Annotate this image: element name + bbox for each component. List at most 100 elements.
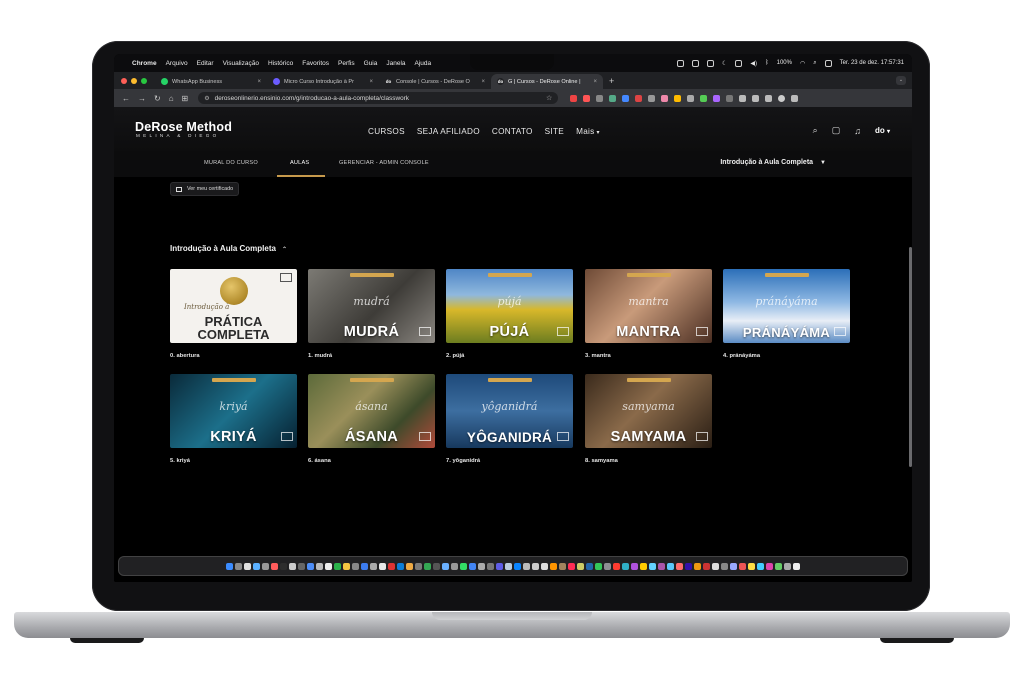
extension-icon[interactable] [609, 94, 617, 102]
lesson-caption[interactable]: 1. mudrá [308, 353, 332, 359]
dock-app-icon[interactable] [487, 562, 494, 570]
home-icon[interactable]: ⌂ [169, 94, 174, 103]
dock-app-icon[interactable] [316, 562, 323, 570]
close-tab-icon[interactable]: × [257, 79, 261, 85]
dock-app-icon[interactable] [757, 562, 764, 570]
site-info-icon[interactable]: ⚙ [204, 95, 209, 102]
close-tab-icon[interactable]: × [369, 79, 373, 85]
status-icon[interactable] [692, 59, 699, 67]
lesson-card[interactable]: ásana ÁSANA [308, 374, 435, 448]
zoom-window-button[interactable] [141, 78, 147, 84]
menu-item[interactable]: Visualização [223, 60, 259, 67]
dock-app-icon[interactable] [280, 562, 287, 570]
download-icon[interactable] [752, 94, 760, 102]
lesson-card[interactable]: mudrá MUDRÁ [308, 269, 435, 343]
dock-app-icon[interactable] [613, 562, 620, 570]
dock-app-icon[interactable] [262, 562, 269, 570]
battery-percent[interactable]: 100% [777, 60, 792, 66]
sidebar-icon[interactable] [765, 94, 773, 102]
dock-app-icon[interactable] [244, 562, 251, 570]
menu-item[interactable]: Editar [197, 60, 214, 67]
dock-app-icon[interactable] [730, 562, 737, 570]
dock-app-icon[interactable] [721, 562, 728, 570]
user-avatar[interactable]: do ▾ [875, 126, 890, 135]
dock-app-icon[interactable] [379, 562, 386, 570]
extension-icon[interactable] [674, 94, 682, 102]
puzzle-icon[interactable] [739, 94, 747, 102]
dock-app-icon[interactable] [514, 562, 521, 570]
dock-app-icon[interactable] [460, 562, 467, 570]
extension-icon[interactable] [596, 94, 604, 102]
tab-aulas[interactable]: AULAS [290, 160, 309, 166]
dock-app-icon[interactable] [496, 562, 503, 570]
extensions-grid-icon[interactable]: ⊞ [182, 94, 189, 103]
dock-app-icon[interactable] [424, 562, 431, 570]
nav-cursos[interactable]: CURSOS [368, 127, 405, 136]
profile-avatar-icon[interactable] [778, 94, 786, 102]
dock-app-icon[interactable] [298, 562, 305, 570]
dock-app-icon[interactable] [703, 562, 710, 570]
dock-app-icon[interactable] [559, 562, 566, 570]
course-selector-dropdown[interactable]: Introdução à Aula Completa ▼ [720, 159, 826, 166]
dock-app-icon[interactable] [235, 562, 242, 570]
cart-icon[interactable]: ▢ [832, 125, 841, 136]
dock-app-icon[interactable] [289, 562, 296, 570]
tab-mural-do-curso[interactable]: MURAL DO CURSO [204, 160, 258, 166]
dock-app-icon[interactable] [388, 562, 395, 570]
lesson-caption[interactable]: 2. pújá [446, 353, 464, 359]
lesson-card[interactable]: pújá PÚJÁ [446, 269, 573, 343]
dock-app-icon[interactable] [361, 562, 368, 570]
dock-app-icon[interactable] [658, 562, 665, 570]
lesson-card[interactable]: samyama SAMYAMA [585, 374, 712, 448]
lesson-card[interactable]: yôganidrá YÔGANIDRÁ [446, 374, 573, 448]
dock-app-icon[interactable] [253, 562, 260, 570]
dock-app-icon[interactable] [712, 562, 719, 570]
dock-app-icon[interactable] [667, 562, 674, 570]
dock-app-icon[interactable] [766, 562, 773, 570]
dock-app-icon[interactable] [577, 562, 584, 570]
extension-icon[interactable] [687, 94, 695, 102]
dock-app-icon[interactable] [307, 562, 314, 570]
dock-app-icon[interactable] [325, 562, 332, 570]
dock-app-icon[interactable] [640, 562, 647, 570]
menu-item[interactable]: Guia [364, 60, 378, 67]
address-bar[interactable]: ⚙ deroseonlinerio.ensinio.com/g/introduc… [198, 92, 559, 104]
dock-app-icon[interactable] [793, 562, 800, 570]
dock-app-icon[interactable] [676, 562, 683, 570]
lesson-caption[interactable]: 7. yôganidrá [446, 458, 480, 464]
extension-icon[interactable] [648, 94, 656, 102]
lesson-caption[interactable]: 0. abertura [170, 353, 200, 359]
extension-icon[interactable] [726, 94, 734, 102]
close-window-button[interactable] [121, 78, 127, 84]
search-icon[interactable]: ⌕ [813, 125, 818, 136]
dock-app-icon[interactable] [775, 562, 782, 570]
lesson-caption[interactable]: 6. ásana [308, 458, 331, 464]
dock-app-icon[interactable] [532, 562, 539, 570]
url-text[interactable]: deroseonlinerio.ensinio.com/g/introducao… [215, 95, 409, 102]
forward-icon[interactable]: → [138, 94, 146, 103]
dock-app-icon[interactable] [226, 562, 233, 570]
more-menu-icon[interactable] [791, 94, 799, 102]
dock-app-icon[interactable] [541, 562, 548, 570]
menu-item[interactable]: Favoritos [302, 60, 329, 67]
dock-app-icon[interactable] [478, 562, 485, 570]
dock-app-icon[interactable] [334, 562, 341, 570]
control-center-icon[interactable] [824, 59, 832, 67]
lesson-caption[interactable]: 8. samyama [585, 458, 618, 464]
dock-app-icon[interactable] [370, 562, 377, 570]
site-logo[interactable]: DeRose Method MELINA & DIEGO [135, 121, 232, 139]
dock-app-icon[interactable] [631, 562, 638, 570]
lesson-card[interactable]: kriyá KRIYÁ [170, 374, 297, 448]
extension-icon[interactable] [700, 94, 708, 102]
browser-tab[interactable]: do Console | Cursos - DeRose O × [379, 74, 491, 89]
browser-tab[interactable]: WhatsApp Business × [155, 74, 267, 89]
extension-icon[interactable] [635, 94, 643, 102]
bell-icon[interactable]: ♫ [854, 126, 861, 136]
status-icon[interactable] [707, 59, 714, 67]
dock-app-icon[interactable] [694, 562, 701, 570]
dock-app-icon[interactable] [595, 562, 602, 570]
reload-icon[interactable]: ↻ [154, 94, 161, 103]
dock-app-icon[interactable] [505, 562, 512, 570]
lesson-caption[interactable]: 4. pránáyáma [723, 353, 760, 359]
menu-item[interactable]: Janela [386, 60, 405, 67]
